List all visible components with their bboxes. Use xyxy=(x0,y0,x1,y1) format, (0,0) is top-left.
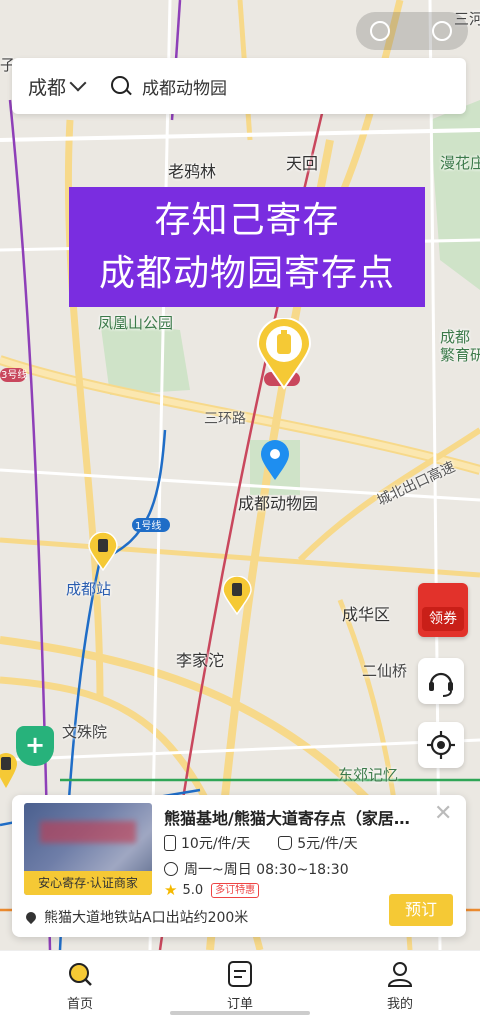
price-row: 10元/件/天 5元/件/天 xyxy=(164,833,358,853)
crosshair-icon xyxy=(427,731,455,759)
store-name: 熊猫基地/熊猫大道寄存点（家居… xyxy=(164,809,410,828)
bottom-tab-bar: 首页 订单 我的 xyxy=(0,950,480,1018)
map-label-dongjiao: 东郊记忆 xyxy=(338,766,399,784)
tab-orders-label: 订单 xyxy=(226,997,253,1012)
suitcase-icon xyxy=(164,835,176,851)
hours-row: 周一~周日 08:30~18:30 xyxy=(164,859,349,879)
address-row: 熊猫大道地铁站A口出站约200米 xyxy=(23,907,249,927)
location-pin-icon xyxy=(23,909,39,925)
search-bar[interactable]: 成都 成都动物园 xyxy=(12,58,466,114)
store-card[interactable]: 安心寄存·认证商家 熊猫基地/熊猫大道寄存点（家居… ✕ 10元/件/天 5元/… xyxy=(12,795,466,937)
certified-tag: 安心寄存·认证商家 xyxy=(24,871,152,895)
metro-badge-1: 1号线 xyxy=(135,521,162,532)
price-suitcase: 10元/件/天 xyxy=(181,836,251,852)
tab-orders[interactable]: 订单 xyxy=(160,951,320,1018)
banner-line-2: 成都动物园寄存点 xyxy=(98,253,395,294)
book-button[interactable]: 预订 xyxy=(389,894,453,926)
map-label-manhua: 漫花庄 xyxy=(440,154,480,172)
banner-line-1: 存知己寄存 xyxy=(154,200,340,241)
promo-banner: 存知己寄存 成都动物园寄存点 xyxy=(69,187,425,307)
record-icon[interactable] xyxy=(432,21,452,41)
locker-pin-edge[interactable] xyxy=(0,750,18,790)
metro-badge-3: 3号线 xyxy=(1,370,28,381)
headset-icon xyxy=(429,672,453,697)
map-label-zoo: 成都动物园 xyxy=(238,494,319,513)
tab-home[interactable]: 首页 xyxy=(0,951,160,1018)
coupon-redpacket[interactable]: 领券 xyxy=(418,583,468,637)
locker-pin-station[interactable] xyxy=(88,532,118,572)
map-label-fenghuang: 凤凰山公园 xyxy=(98,314,174,332)
tab-profile-label: 我的 xyxy=(386,997,413,1012)
locate-button[interactable] xyxy=(418,722,464,768)
tab-home-label: 首页 xyxy=(66,997,93,1012)
user-icon xyxy=(387,962,413,987)
clock-icon xyxy=(164,862,178,876)
map-layer-controls[interactable] xyxy=(356,12,468,50)
city-label: 成都 xyxy=(28,76,67,99)
order-list-icon xyxy=(228,961,252,987)
map-label-station: 成都站 xyxy=(66,580,112,598)
camera-icon[interactable] xyxy=(370,21,390,41)
map-label-erxianqiao: 二仙桥 xyxy=(362,662,408,680)
customer-service-button[interactable] xyxy=(418,658,464,704)
coupon-label: 领券 xyxy=(422,607,464,631)
rating-row: ★ 5.0 多订特惠 xyxy=(164,881,260,899)
map-label-fanyu: 成都 繁育研 xyxy=(440,328,480,364)
locker-pin-2[interactable] xyxy=(222,576,252,616)
map-label-wenshu: 文殊院 xyxy=(62,723,108,741)
star-icon: ★ xyxy=(164,881,178,899)
locker-pin-selected[interactable] xyxy=(256,318,312,390)
bag-icon xyxy=(278,836,293,850)
rating-value: 5.0 xyxy=(182,882,204,898)
safety-shield-icon[interactable]: + xyxy=(16,726,54,766)
close-icon[interactable]: ✕ xyxy=(434,801,452,826)
map-label-tianhui: 天回 xyxy=(286,154,319,173)
price-bag: 5元/件/天 xyxy=(297,836,358,852)
opening-hours: 周一~周日 08:30~18:30 xyxy=(184,862,349,878)
destination-pin-icon xyxy=(261,440,289,480)
map-label-sanhuan: 三环路 xyxy=(204,411,246,427)
home-indicator xyxy=(170,1011,310,1015)
chevron-down-icon xyxy=(69,74,87,92)
map-label-laoyalin: 老鸦林 xyxy=(168,162,217,181)
search-input[interactable]: 成都动物园 xyxy=(142,74,227,99)
home-search-icon xyxy=(69,963,92,986)
search-icon xyxy=(110,75,132,97)
city-selector[interactable]: 成都 xyxy=(28,73,87,100)
store-address: 熊猫大道地铁站A口出站约200米 xyxy=(44,910,249,926)
map-label-chenghua: 成华区 xyxy=(342,605,391,624)
store-thumbnail: 安心寄存·认证商家 xyxy=(24,803,152,895)
map-label-lijiatuo: 李家沱 xyxy=(176,651,225,670)
discount-badge: 多订特惠 xyxy=(211,882,260,898)
tab-profile[interactable]: 我的 xyxy=(320,951,480,1018)
